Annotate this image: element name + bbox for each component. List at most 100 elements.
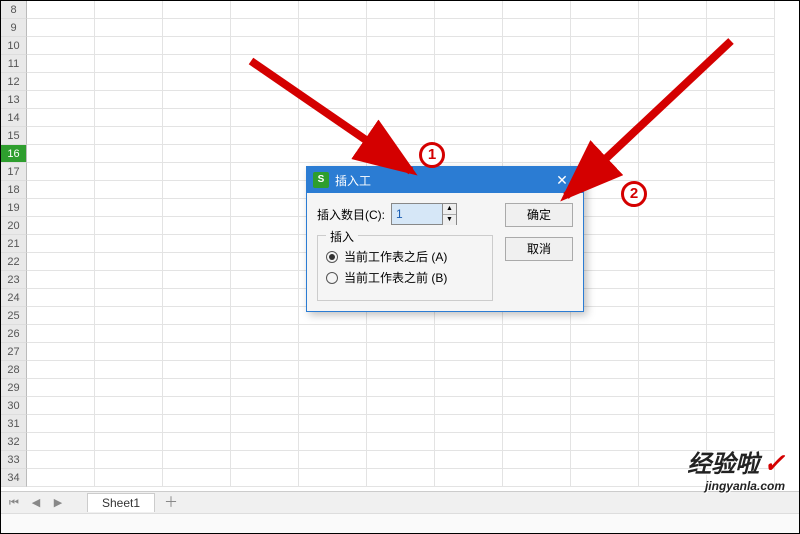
cell[interactable] — [95, 307, 163, 325]
cell[interactable] — [163, 73, 231, 91]
cell[interactable] — [95, 217, 163, 235]
cell[interactable] — [95, 181, 163, 199]
cell[interactable] — [639, 199, 707, 217]
cell[interactable] — [571, 55, 639, 73]
cell[interactable] — [95, 37, 163, 55]
cell[interactable] — [163, 343, 231, 361]
cell[interactable] — [27, 469, 95, 487]
cell[interactable] — [367, 91, 435, 109]
cell[interactable] — [435, 91, 503, 109]
cell[interactable] — [27, 343, 95, 361]
cell[interactable] — [95, 19, 163, 37]
close-icon[interactable]: ✕ — [547, 167, 577, 193]
cell[interactable] — [367, 361, 435, 379]
cell[interactable] — [163, 271, 231, 289]
cell[interactable] — [95, 379, 163, 397]
cell[interactable] — [163, 1, 231, 19]
cell[interactable] — [95, 253, 163, 271]
cell[interactable] — [27, 397, 95, 415]
cell[interactable] — [231, 325, 299, 343]
row-header[interactable]: 32 — [1, 433, 27, 451]
cell[interactable] — [95, 289, 163, 307]
cell[interactable] — [231, 379, 299, 397]
cell[interactable] — [367, 127, 435, 145]
cell[interactable] — [163, 433, 231, 451]
sheet-nav-next[interactable]: ▶ — [49, 494, 67, 512]
cell[interactable] — [639, 109, 707, 127]
cell[interactable] — [707, 325, 775, 343]
cell[interactable] — [231, 19, 299, 37]
cell[interactable] — [299, 433, 367, 451]
cell[interactable] — [231, 199, 299, 217]
cell[interactable] — [231, 289, 299, 307]
cell[interactable] — [503, 55, 571, 73]
cell[interactable] — [435, 19, 503, 37]
cell[interactable] — [707, 73, 775, 91]
row-header[interactable]: 31 — [1, 415, 27, 433]
row-header[interactable]: 28 — [1, 361, 27, 379]
cell[interactable] — [163, 37, 231, 55]
cell[interactable] — [435, 109, 503, 127]
cell[interactable] — [299, 469, 367, 487]
row-header[interactable]: 13 — [1, 91, 27, 109]
cell[interactable] — [27, 325, 95, 343]
cell[interactable] — [639, 289, 707, 307]
cell[interactable] — [503, 433, 571, 451]
cell[interactable] — [299, 127, 367, 145]
dialog-titlebar[interactable]: S 插入工 ✕ — [307, 167, 583, 193]
cell[interactable] — [231, 37, 299, 55]
cell[interactable] — [639, 55, 707, 73]
row-header[interactable]: 29 — [1, 379, 27, 397]
cell[interactable] — [367, 325, 435, 343]
cell[interactable] — [707, 235, 775, 253]
cell[interactable] — [707, 91, 775, 109]
cell[interactable] — [571, 433, 639, 451]
row-header[interactable]: 18 — [1, 181, 27, 199]
ok-button[interactable]: 确定 — [505, 203, 573, 227]
cell[interactable] — [639, 19, 707, 37]
cell[interactable] — [503, 469, 571, 487]
cell[interactable] — [503, 325, 571, 343]
cell[interactable] — [299, 361, 367, 379]
count-input[interactable] — [392, 204, 442, 224]
cell[interactable] — [163, 163, 231, 181]
cell[interactable] — [707, 145, 775, 163]
cell[interactable] — [707, 271, 775, 289]
cell[interactable] — [231, 145, 299, 163]
cell[interactable] — [27, 289, 95, 307]
cell[interactable] — [299, 325, 367, 343]
cell[interactable] — [95, 343, 163, 361]
cell[interactable] — [367, 55, 435, 73]
cell[interactable] — [571, 325, 639, 343]
cell[interactable] — [163, 55, 231, 73]
cell[interactable] — [231, 271, 299, 289]
cell[interactable] — [163, 361, 231, 379]
cell[interactable] — [435, 73, 503, 91]
cell[interactable] — [231, 469, 299, 487]
cell[interactable] — [27, 55, 95, 73]
cell[interactable] — [571, 469, 639, 487]
cell[interactable] — [435, 55, 503, 73]
cell[interactable] — [639, 181, 707, 199]
cell[interactable] — [163, 217, 231, 235]
cell[interactable] — [639, 127, 707, 145]
row-header[interactable]: 30 — [1, 397, 27, 415]
row-header[interactable]: 17 — [1, 163, 27, 181]
cell[interactable] — [163, 253, 231, 271]
cell[interactable] — [231, 307, 299, 325]
cell[interactable] — [707, 361, 775, 379]
cell[interactable] — [27, 1, 95, 19]
cell[interactable] — [367, 397, 435, 415]
cell[interactable] — [639, 361, 707, 379]
cell[interactable] — [27, 91, 95, 109]
cell[interactable] — [571, 73, 639, 91]
cell[interactable] — [639, 307, 707, 325]
cell[interactable] — [95, 433, 163, 451]
cell[interactable] — [639, 163, 707, 181]
cell[interactable] — [435, 379, 503, 397]
cell[interactable] — [707, 415, 775, 433]
row-header[interactable]: 26 — [1, 325, 27, 343]
cell[interactable] — [231, 55, 299, 73]
row-header[interactable]: 33 — [1, 451, 27, 469]
row-header[interactable]: 16 — [1, 145, 27, 163]
